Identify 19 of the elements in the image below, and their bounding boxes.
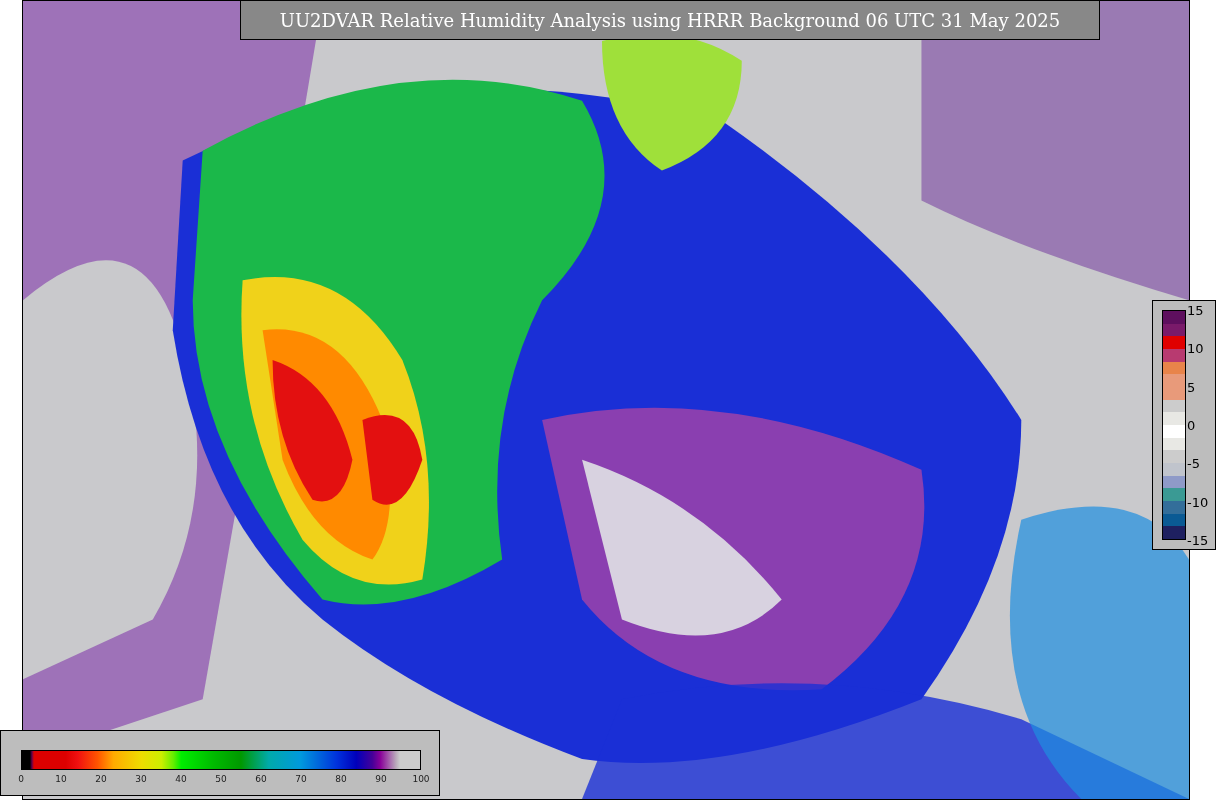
colorbar-tick-label: 20 [95,773,107,786]
colorbar-tick-label: 50 [215,773,227,786]
colorbar-tick-label: -5 [1187,456,1200,470]
colorbar-tick-label: 15 [1187,303,1204,317]
title-banner: UU2DVAR Relative Humidity Analysis using HRRR Background 06 UTC 31 May 2025 [240,0,1100,40]
colorbar-tick-label: 10 [55,773,67,786]
colorbar-tick-label: 100 [412,773,430,786]
colorbar-tick-label: 0 [18,773,24,786]
colorbar-tick-label: -10 [1187,495,1209,509]
colorbar-tick-label: 90 [375,773,387,786]
colorbar-tick-label: 80 [335,773,347,786]
colorbar-tick-label: 30 [135,773,147,786]
colorbar-tick-label: 5 [1187,380,1196,394]
colorbar-tick-label: 10 [1187,341,1204,355]
colorbar-tick-label: 70 [295,773,307,786]
colorbar-tick-label: 0 [1187,418,1196,432]
colorbar-tick-label: -15 [1187,533,1209,547]
colorbar-tick-label: 60 [255,773,267,786]
colorbar-tick-label: 40 [175,773,187,786]
